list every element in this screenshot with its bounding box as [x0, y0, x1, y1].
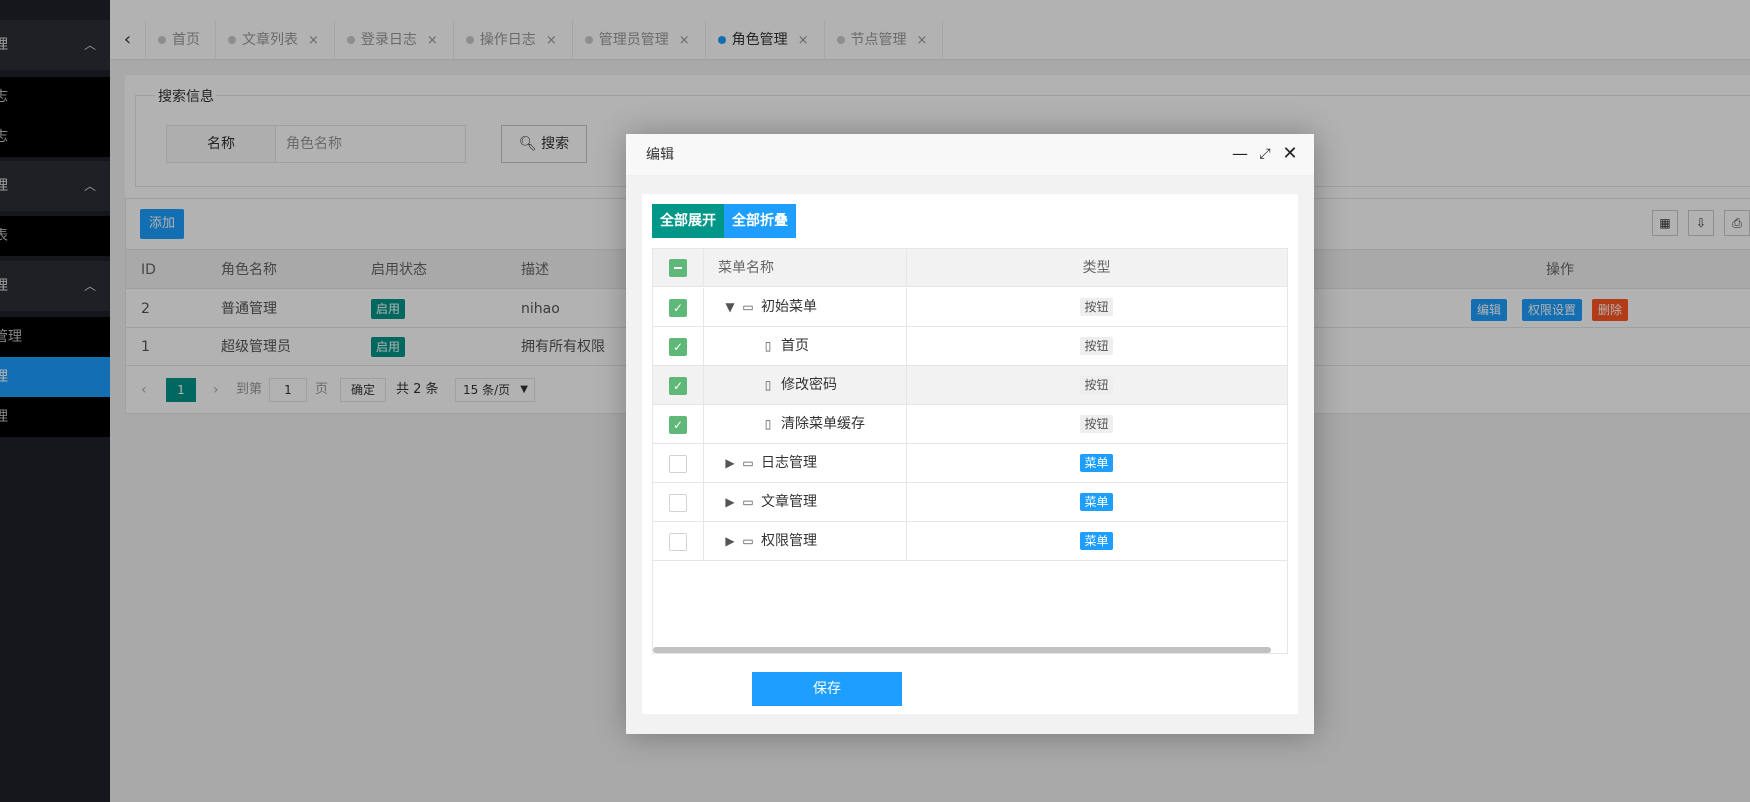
modal-title: 编辑: [646, 147, 674, 163]
caret-down-icon[interactable]: ▼: [723, 288, 737, 326]
tree-row-name: 修改密码: [781, 377, 837, 393]
expand-all-button[interactable]: 全部展开: [652, 204, 724, 238]
tree-row-name: 清除菜单缓存: [781, 416, 865, 432]
tree-row[interactable]: ▶ ▭ 日志管理 菜单: [653, 444, 1287, 483]
horizontal-scrollbar[interactable]: [653, 647, 1271, 653]
maximize-icon[interactable]: ⤢: [1255, 144, 1275, 164]
row-checkbox[interactable]: [669, 533, 687, 551]
caret-right-icon[interactable]: ▶: [723, 444, 737, 482]
file-icon: ▯: [764, 339, 772, 353]
row-checkbox[interactable]: [669, 494, 687, 512]
tree-row[interactable]: ▶ ▭ 文章管理 菜单: [653, 483, 1287, 522]
menu-tree-table: 菜单名称 类型 ✓ ▼ ▭ 初始菜单 按钮 ✓ ▯ 首页 按钮 ✓ ▯ 修改密码 按钮: [652, 248, 1288, 654]
file-icon: ▯: [764, 378, 772, 392]
folder-icon: ▭: [742, 534, 754, 548]
tree-row-name: 权限管理: [761, 533, 817, 549]
close-icon[interactable]: ✕: [1280, 144, 1300, 164]
tree-row[interactable]: ✓ ▯ 修改密码 按钮: [653, 366, 1287, 405]
save-button[interactable]: 保存: [752, 672, 902, 706]
type-tag: 菜单: [1080, 532, 1113, 550]
row-checkbox[interactable]: ✓: [669, 299, 687, 317]
file-icon: ▯: [764, 417, 772, 431]
type-tag: 菜单: [1080, 454, 1113, 472]
row-checkbox[interactable]: [669, 455, 687, 473]
folder-icon: ▭: [742, 300, 754, 314]
caret-right-icon[interactable]: ▶: [723, 522, 737, 560]
row-checkbox[interactable]: ✓: [669, 377, 687, 395]
edit-modal: 编辑 — ⤢ ✕ 全部展开 全部折叠 菜单名称 类型 ✓ ▼ ▭ 初始菜单 按钮 ✓: [626, 134, 1314, 734]
type-tag: 按钮: [1080, 298, 1113, 316]
minimize-icon[interactable]: —: [1230, 144, 1250, 164]
col-type: 类型: [1082, 260, 1111, 276]
tree-row-name: 文章管理: [761, 494, 817, 510]
tree-row[interactable]: ✓ ▯ 首页 按钮: [653, 327, 1287, 366]
tree-row-name: 初始菜单: [761, 299, 817, 315]
select-all-checkbox[interactable]: [669, 259, 687, 277]
folder-icon: ▭: [742, 495, 754, 509]
type-tag: 按钮: [1080, 376, 1113, 394]
tree-row[interactable]: ✓ ▯ 清除菜单缓存 按钮: [653, 405, 1287, 444]
modal-header: 编辑 — ⤢ ✕: [626, 134, 1314, 176]
modal-body: 全部展开 全部折叠 菜单名称 类型 ✓ ▼ ▭ 初始菜单 按钮 ✓ ▯ 首页 按钮: [642, 194, 1298, 714]
tree-row[interactable]: ▶ ▭ 权限管理 菜单: [653, 522, 1287, 561]
tree-table-header: 菜单名称 类型: [653, 249, 1287, 287]
row-checkbox[interactable]: ✓: [669, 338, 687, 356]
tree-row-name: 首页: [781, 338, 809, 354]
caret-right-icon[interactable]: ▶: [723, 483, 737, 521]
type-tag: 按钮: [1080, 415, 1113, 433]
collapse-all-button[interactable]: 全部折叠: [724, 204, 796, 238]
tree-row[interactable]: ✓ ▼ ▭ 初始菜单 按钮: [653, 288, 1287, 327]
type-tag: 菜单: [1080, 493, 1113, 511]
tree-row-name: 日志管理: [761, 455, 817, 471]
row-checkbox[interactable]: ✓: [669, 416, 687, 434]
folder-icon: ▭: [742, 456, 754, 470]
col-menu-name: 菜单名称: [718, 260, 774, 276]
type-tag: 按钮: [1080, 337, 1113, 355]
